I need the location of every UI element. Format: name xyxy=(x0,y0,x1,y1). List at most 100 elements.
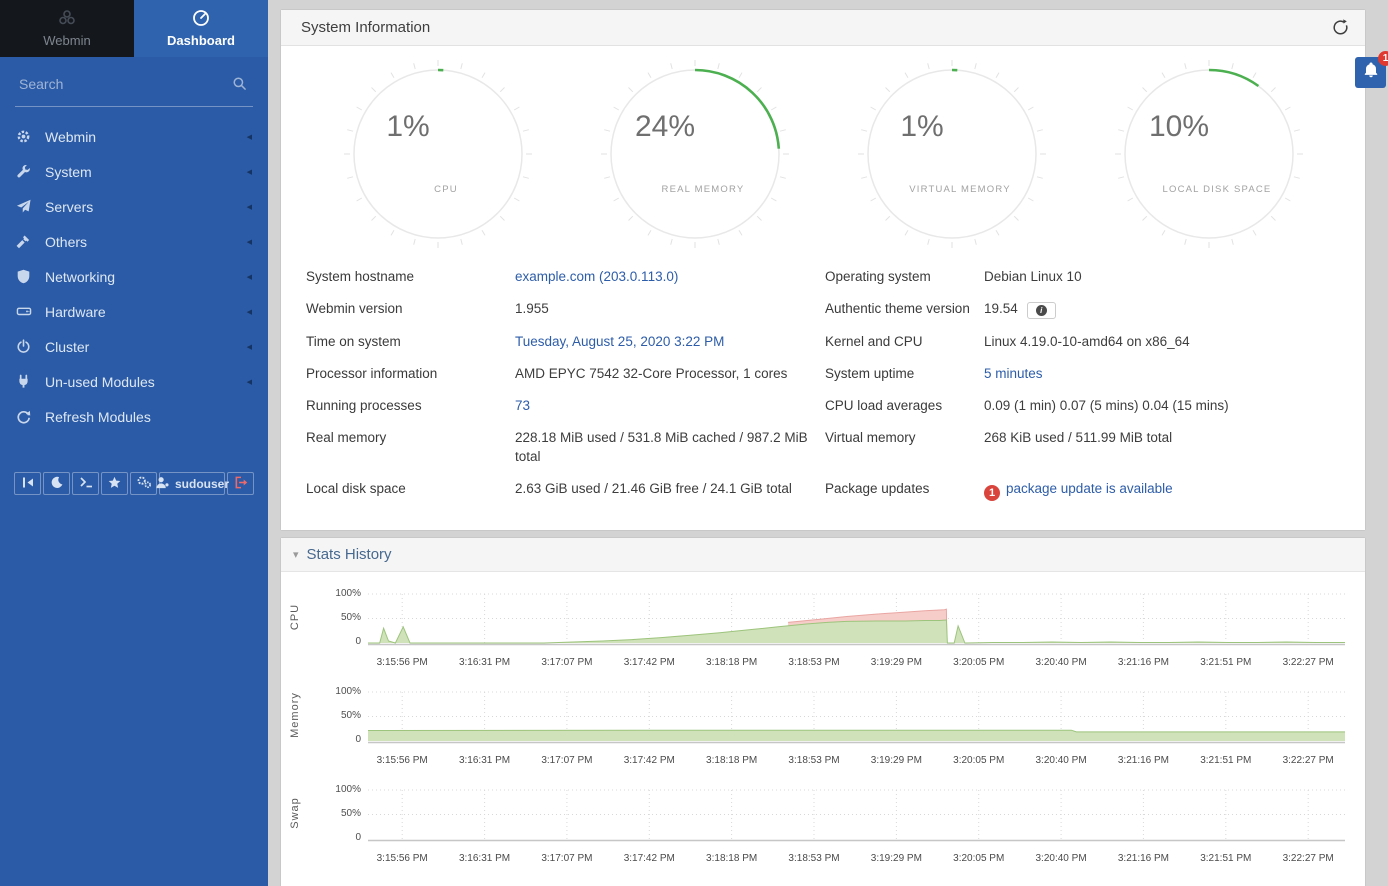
sidebar-item-networking[interactable]: Networking ◀ xyxy=(0,259,268,294)
y-tick-label: 100% xyxy=(335,784,361,795)
chevron-left-icon: ◀ xyxy=(247,133,252,141)
system-information-panel: System Information 1%CPU 24%REAL MEMORY … xyxy=(281,10,1365,530)
sidebar-item-refresh-modules[interactable]: Refresh Modules ◀ xyxy=(0,399,268,434)
settings-button[interactable] xyxy=(130,472,157,495)
main-content: System Information 1%CPU 24%REAL MEMORY … xyxy=(268,0,1388,886)
info-value: 1package update is available xyxy=(984,472,1345,508)
chevron-left-icon: ◀ xyxy=(247,168,252,176)
info-label: CPU load averages xyxy=(825,389,984,421)
chevron-left-icon: ◀ xyxy=(247,343,252,351)
stats-chart-memory: Memory 100% 50% 0 3:15:56 PM3:16:31 PM3:… xyxy=(281,684,1365,770)
stats-history-header[interactable]: ▾ Stats History xyxy=(281,538,1365,572)
user-button[interactable]: sudouser xyxy=(159,472,225,495)
stats-chart-swap: Swap 100% 50% 0 3:15:56 PM3:16:31 PM3:17… xyxy=(281,782,1365,868)
x-tick-label: 3:17:07 PM xyxy=(541,755,592,766)
info-value: 268 KiB used / 511.99 MiB total xyxy=(984,421,1345,472)
info-value: 5 minutes xyxy=(984,357,1345,389)
info-label: Running processes xyxy=(306,389,515,421)
sidebar-item-others[interactable]: Others ◀ xyxy=(0,224,268,259)
tab-webmin-label: Webmin xyxy=(43,33,90,48)
logout-button[interactable] xyxy=(227,472,254,495)
x-tick-label: 3:18:18 PM xyxy=(706,853,757,864)
svg-text:1%: 1% xyxy=(386,110,429,143)
wrench-icon xyxy=(16,164,40,179)
menu-item-label: Un-used Modules xyxy=(45,374,247,390)
x-tick-label: 3:21:51 PM xyxy=(1200,755,1251,766)
x-tick-label: 3:20:40 PM xyxy=(1036,755,1087,766)
panel-title: System Information xyxy=(301,19,1328,36)
sidebar-item-servers[interactable]: Servers ◀ xyxy=(0,189,268,224)
gauge-dial: 24%REAL MEMORY xyxy=(585,58,805,250)
chart-axis-name: CPU xyxy=(289,603,301,629)
gauge-virtual-memory: 1%VIRTUAL MEMORY xyxy=(823,58,1080,250)
search-input[interactable] xyxy=(17,75,228,93)
search-icon[interactable] xyxy=(228,72,251,95)
chart-canvas xyxy=(368,782,1345,844)
gauge-dial: 1% CPU xyxy=(328,58,548,250)
sidebar-item-webmin[interactable]: Webmin ◀ xyxy=(0,119,268,154)
svg-text:10%: 10% xyxy=(1148,110,1208,143)
x-tick-label: 3:20:05 PM xyxy=(953,853,1004,864)
info-icon: i xyxy=(1036,305,1047,316)
info-link[interactable]: 73 xyxy=(515,398,530,413)
night-mode-button[interactable] xyxy=(43,472,70,495)
sidebar-menu: Webmin ◀ System ◀ Servers ◀ Others ◀ Net… xyxy=(0,107,268,434)
info-value: 73 xyxy=(515,389,825,421)
x-tick-label: 3:18:53 PM xyxy=(788,853,839,864)
username-label: sudouser xyxy=(175,477,229,491)
sidebar-item-system[interactable]: System ◀ xyxy=(0,154,268,189)
info-value: 2.63 GiB used / 21.46 GiB free / 24.1 Gi… xyxy=(515,472,825,508)
collapse-icon xyxy=(21,476,35,492)
moon-icon xyxy=(50,476,63,492)
svg-text:24%: 24% xyxy=(634,110,694,143)
tab-webmin[interactable]: Webmin xyxy=(0,0,134,57)
sidebar-item-cluster[interactable]: Cluster ◀ xyxy=(0,329,268,364)
x-tick-label: 3:18:18 PM xyxy=(706,755,757,766)
info-link[interactable]: 5 minutes xyxy=(984,366,1043,381)
info-link[interactable]: example.com (203.0.113.0) xyxy=(515,269,678,284)
info-link[interactable]: Tuesday, August 25, 2020 3:22 PM xyxy=(515,334,724,349)
sidebar-item-un-used-modules[interactable]: Un-used Modules ◀ xyxy=(0,364,268,399)
gears-icon xyxy=(136,475,152,492)
x-tick-label: 3:21:16 PM xyxy=(1118,657,1169,668)
chart-canvas xyxy=(368,684,1345,746)
y-tick-label: 50% xyxy=(341,710,361,721)
x-tick-label: 3:19:29 PM xyxy=(871,755,922,766)
favorites-button[interactable] xyxy=(101,472,128,495)
collapse-sidebar-button[interactable] xyxy=(14,472,41,495)
gauge-dial: 10%LOCAL DISK SPACE xyxy=(1099,58,1319,250)
menu-item-label: Networking xyxy=(45,269,247,285)
chevron-left-icon: ◀ xyxy=(247,203,252,211)
sidebar-item-hardware[interactable]: Hardware ◀ xyxy=(0,294,268,329)
gauge-real-memory: 24%REAL MEMORY xyxy=(566,58,823,250)
terminal-button[interactable] xyxy=(72,472,99,495)
info-value: AMD EPYC 7542 32-Core Processor, 1 cores xyxy=(515,357,825,389)
menu-item-label: Webmin xyxy=(45,129,247,145)
info-label: System uptime xyxy=(825,357,984,389)
notifications-button[interactable]: 1 xyxy=(1355,57,1386,88)
x-tick-label: 3:22:27 PM xyxy=(1283,853,1334,864)
info-label: Local disk space xyxy=(306,472,515,508)
refresh-icon[interactable] xyxy=(1328,15,1353,40)
info-label: Package updates xyxy=(825,472,984,508)
chart-axis: Swap 100% 50% 0 xyxy=(281,782,368,844)
info-label: Operating system xyxy=(825,260,984,292)
system-info-grid: System hostnameexample.com (203.0.113.0)… xyxy=(281,252,1365,530)
chart-axis: Memory 100% 50% 0 xyxy=(281,684,368,746)
x-tick-label: 3:21:16 PM xyxy=(1118,755,1169,766)
info-link[interactable]: package update is available xyxy=(1006,481,1173,496)
sidebar-search xyxy=(15,57,253,107)
info-value: Debian Linux 10 xyxy=(984,260,1345,292)
plug-icon xyxy=(16,374,40,389)
x-tick-label: 3:20:40 PM xyxy=(1036,657,1087,668)
sidebar-toolbar: sudouser xyxy=(14,472,254,495)
y-tick-label: 100% xyxy=(335,588,361,599)
shield-icon xyxy=(16,269,40,284)
x-tick-label: 3:18:53 PM xyxy=(788,755,839,766)
theme-info-button[interactable]: i xyxy=(1027,302,1056,319)
sidebar-tabs: Webmin Dashboard xyxy=(0,0,268,57)
sidebar: Webmin Dashboard Webmin ◀ System ◀ Serve… xyxy=(0,0,268,886)
tab-dashboard[interactable]: Dashboard xyxy=(134,0,268,57)
svg-text:CPU: CPU xyxy=(434,184,458,195)
dashboard-gauge-icon xyxy=(192,9,210,30)
